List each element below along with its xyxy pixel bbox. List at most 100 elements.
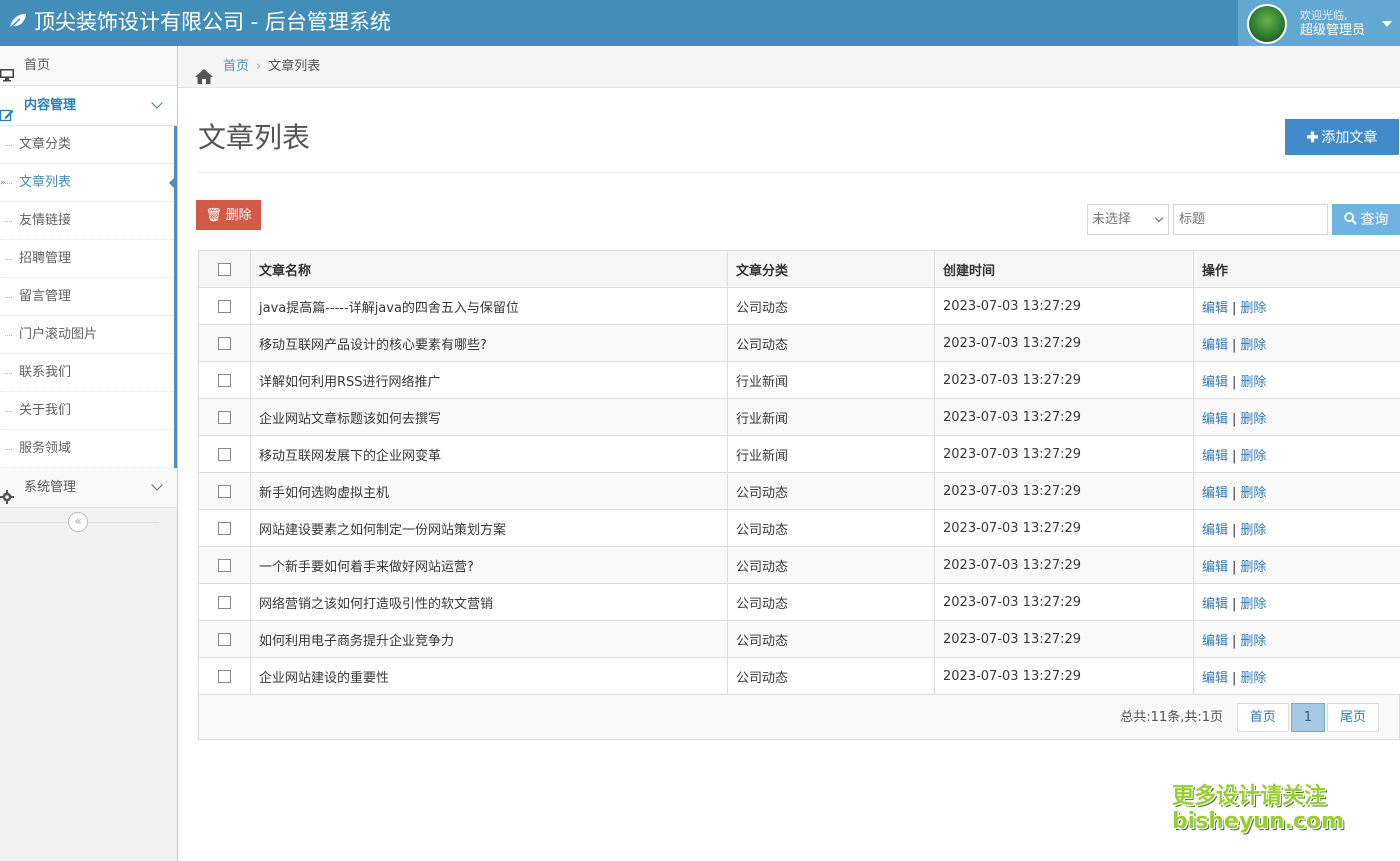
sidebar-item-messages[interactable]: 留言管理 (0, 278, 174, 316)
trash-icon: 🗑 (205, 207, 222, 222)
search-button[interactable]: 查询 (1332, 204, 1400, 235)
collapse-sidebar-button[interactable]: « (68, 512, 88, 532)
article-created-cell: 2023-07-03 13:27:29 (934, 509, 1194, 547)
actions-cell: 编辑 | 删除 (1193, 509, 1400, 547)
delete-link[interactable]: 删除 (1240, 523, 1266, 538)
row-checkbox[interactable] (218, 595, 231, 609)
row-checkbox[interactable] (218, 521, 231, 535)
delete-link[interactable]: 删除 (1240, 560, 1266, 575)
edit-link[interactable]: 编辑 (1202, 597, 1228, 612)
double-angle-right-icon: » (0, 178, 6, 188)
edit-link[interactable]: 编辑 (1202, 523, 1228, 538)
action-separator: | (1232, 485, 1237, 501)
pagination: 首页 1 尾页 (1235, 703, 1379, 732)
article-name-cell: 企业网站建设的重要性 (250, 657, 728, 695)
sidebar-group-content[interactable]: 内容管理 (0, 86, 177, 126)
article-created-cell: 2023-07-03 13:27:29 (934, 435, 1194, 473)
sidebar-item-contact[interactable]: 联系我们 (0, 354, 174, 392)
edit-link[interactable]: 编辑 (1202, 486, 1228, 501)
row-checkbox[interactable] (218, 484, 231, 498)
delete-link[interactable]: 删除 (1240, 671, 1266, 686)
brand[interactable]: 顶尖装饰设计有限公司 - 后台管理系统 (8, 0, 391, 46)
delete-link[interactable]: 删除 (1240, 486, 1266, 501)
row-checkbox[interactable] (218, 669, 231, 683)
action-separator: | (1232, 337, 1237, 353)
row-select-cell (198, 361, 251, 399)
row-checkbox[interactable] (218, 558, 231, 572)
edit-link[interactable]: 编辑 (1202, 375, 1228, 390)
sidebar: 首页 内容管理 文章分类 » 文章列表 友情链接 招聘管理 留言管理 门户滚动图片… (0, 46, 178, 861)
action-separator: | (1232, 448, 1237, 464)
delete-link[interactable]: 删除 (1240, 597, 1266, 612)
delete-link[interactable]: 删除 (1240, 375, 1266, 390)
row-checkbox[interactable] (218, 373, 231, 387)
edit-link[interactable]: 编辑 (1202, 560, 1228, 575)
user-menu[interactable]: 欢迎光临, 超级管理员 (1238, 0, 1400, 46)
delete-link[interactable]: 删除 (1240, 301, 1266, 316)
article-created-cell: 2023-07-03 13:27:29 (934, 657, 1194, 695)
page-first-button[interactable]: 首页 (1236, 703, 1289, 732)
select-all-checkbox[interactable] (218, 262, 231, 276)
sidebar-group-system[interactable]: 系统管理 (0, 468, 177, 508)
sidebar-item-article-list[interactable]: » 文章列表 (0, 164, 177, 202)
table-row: 新手如何选购虚拟主机 公司动态 2023-07-03 13:27:29 编辑 | 删除 (198, 472, 1400, 510)
delete-link[interactable]: 删除 (1240, 412, 1266, 427)
sidebar-item-label: 联系我们 (19, 365, 72, 380)
edit-link[interactable]: 编辑 (1202, 671, 1228, 686)
row-checkbox[interactable] (218, 632, 231, 646)
edit-link[interactable]: 编辑 (1202, 412, 1228, 427)
row-select-cell (198, 472, 251, 510)
edit-link[interactable]: 编辑 (1202, 449, 1228, 464)
article-name-cell: 网站建设要素之如何制定一份网站策划方案 (250, 509, 728, 547)
article-created-cell: 2023-07-03 13:27:29 (934, 583, 1194, 621)
action-separator: | (1232, 670, 1237, 686)
sidebar-item-about[interactable]: 关于我们 (0, 392, 174, 430)
delete-link[interactable]: 删除 (1240, 338, 1266, 353)
article-category-cell: 公司动态 (727, 620, 935, 658)
breadcrumb-home-link[interactable]: 首页 (223, 59, 249, 74)
sidebar-item-home[interactable]: 首页 (0, 46, 177, 86)
actions-cell: 编辑 | 删除 (1193, 398, 1400, 436)
page-current-button[interactable]: 1 (1290, 703, 1325, 732)
watermark-line: 更多设计请关注 (1172, 784, 1327, 809)
row-checkbox[interactable] (218, 299, 231, 313)
table-row: 企业网站建设的重要性 公司动态 2023-07-03 13:27:29 编辑 | 删除 (198, 657, 1400, 695)
sidebar-item-label: 门户滚动图片 (19, 327, 98, 342)
chevron-down-icon (151, 479, 163, 491)
bulk-delete-label: 删除 (225, 207, 252, 222)
sidebar-item-services[interactable]: 服务领域 (0, 430, 174, 468)
table-row: 移动互联网发展下的企业网变革 行业新闻 2023-07-03 13:27:29 编辑 |… (198, 435, 1400, 473)
delete-link[interactable]: 删除 (1240, 449, 1266, 464)
delete-link[interactable]: 删除 (1240, 634, 1266, 649)
sidebar-item-article-category[interactable]: 文章分类 (0, 126, 174, 164)
title-search-input[interactable] (1173, 204, 1328, 235)
sidebar-item-carousel[interactable]: 门户滚动图片 (0, 316, 174, 354)
page-last-button[interactable]: 尾页 (1326, 703, 1379, 732)
edit-link[interactable]: 编辑 (1202, 338, 1228, 353)
actions-cell: 编辑 | 删除 (1193, 287, 1400, 325)
bulk-delete-button[interactable]: 🗑 删除 (196, 200, 261, 230)
row-checkbox[interactable] (218, 447, 231, 461)
watermark: 更多设计请关注 bisheyun.com (1172, 784, 1344, 834)
add-article-button[interactable]: ✚ 添加文章 (1285, 119, 1399, 155)
row-checkbox[interactable] (218, 410, 231, 424)
category-select[interactable]: 未选择 (1087, 204, 1169, 235)
search-icon (1343, 211, 1361, 227)
article-category-cell: 行业新闻 (727, 361, 935, 399)
leaf-icon (8, 1, 28, 45)
action-separator: | (1232, 596, 1237, 612)
article-category-cell: 行业新闻 (727, 435, 935, 473)
article-category-cell: 公司动态 (727, 287, 935, 325)
article-created-cell: 2023-07-03 13:27:29 (934, 324, 1194, 362)
edit-link[interactable]: 编辑 (1202, 634, 1228, 649)
sidebar-item-label: 首页 (24, 58, 51, 73)
row-checkbox[interactable] (218, 336, 231, 350)
edit-link[interactable]: 编辑 (1202, 301, 1228, 316)
table-row: java提高篇-----详解java的四舍五入与保留位 公司动态 2023-07-0… (198, 287, 1400, 325)
sidebar-group-label: 内容管理 (24, 98, 77, 113)
sidebar-item-friend-links[interactable]: 友情链接 (0, 202, 174, 240)
actions-cell: 编辑 | 删除 (1193, 361, 1400, 399)
breadcrumb-current: 文章列表 (268, 59, 321, 74)
sidebar-item-recruitment[interactable]: 招聘管理 (0, 240, 174, 278)
action-separator: | (1232, 633, 1237, 649)
